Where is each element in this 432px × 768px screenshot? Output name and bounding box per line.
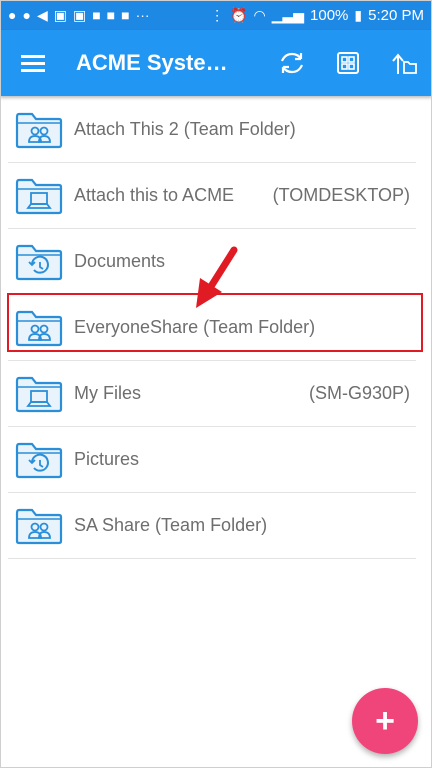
folder-row[interactable]: SA Share (Team Folder) bbox=[8, 493, 416, 559]
battery-level: 100% bbox=[310, 6, 349, 24]
system-status: ⋮ ⏰ ◠ ▁▃▅ 100% ▮ 5:20 PM bbox=[210, 7, 424, 24]
youtube-icon: ■ bbox=[121, 7, 130, 23]
upload-icon bbox=[392, 53, 417, 74]
linkedin-icon: ▣ bbox=[53, 7, 67, 23]
folder-name: Documents bbox=[74, 251, 166, 271]
youtube-icon: ■ bbox=[92, 7, 101, 23]
sync-button[interactable] bbox=[264, 30, 320, 96]
linkedin-icon: ▣ bbox=[72, 7, 87, 23]
wifi-icon: ◠ bbox=[253, 7, 266, 23]
page-title: ACME Syste… bbox=[76, 50, 228, 75]
folder-row[interactable]: Attach This 2 (Team Folder) bbox=[8, 97, 416, 163]
signal-icon: ▁▃▅ bbox=[271, 7, 305, 23]
more-notifications: ··· bbox=[135, 7, 150, 23]
folder-name: Pictures bbox=[74, 449, 140, 469]
computer-folder-icon bbox=[14, 374, 64, 414]
folder-device: (SM-G930P) bbox=[308, 383, 410, 403]
grid-view-button[interactable] bbox=[320, 30, 376, 96]
team-folder-icon bbox=[14, 110, 64, 150]
clock: 5:20 PM bbox=[368, 6, 424, 24]
computer-folder-icon bbox=[14, 176, 64, 216]
team-folder-icon bbox=[14, 506, 64, 546]
alarm-icon: ⏰ bbox=[230, 7, 248, 23]
grid-view-icon bbox=[337, 52, 359, 74]
history-folder-icon bbox=[14, 440, 64, 480]
folder-name: Attach this to ACME bbox=[74, 185, 235, 205]
folder-name: SA Share (Team Folder) bbox=[74, 515, 268, 535]
vibrate-icon: ⋮ bbox=[210, 7, 225, 23]
youtube-icon: ■ bbox=[106, 7, 116, 23]
battery-icon: ▮ bbox=[354, 7, 363, 23]
plus-icon: + bbox=[375, 701, 395, 740]
add-button[interactable]: + bbox=[352, 688, 418, 754]
status-bar: ● ● ◀ ▣ ▣ ■ ■ ■ ··· ⋮ ⏰ ◠ ▁▃▅ 100% ▮ 5:2… bbox=[0, 0, 432, 30]
upload-button[interactable] bbox=[376, 30, 432, 96]
red-arrow-icon bbox=[196, 246, 238, 308]
folder-row[interactable]: Attach this to ACME (TOMDESKTOP) bbox=[8, 163, 416, 229]
history-folder-icon bbox=[14, 242, 64, 282]
pinterest-icon: ● bbox=[22, 7, 31, 23]
app-toolbar: ACME Syste… bbox=[0, 30, 432, 96]
menu-button[interactable] bbox=[0, 30, 66, 96]
hamburger-icon bbox=[21, 55, 45, 72]
send-icon: ◀ bbox=[36, 7, 48, 23]
folder-name: My Files bbox=[74, 383, 141, 403]
sync-icon bbox=[280, 52, 304, 74]
folder-device: (TOMDESKTOP) bbox=[272, 185, 410, 205]
folder-row[interactable]: Pictures bbox=[8, 427, 416, 493]
folder-row[interactable]: My Files (SM-G930P) bbox=[8, 361, 416, 427]
pinterest-icon: ● bbox=[8, 7, 17, 23]
folder-name: Attach This 2 (Team Folder) bbox=[74, 119, 296, 139]
notification-icons: ● ● ◀ ▣ ▣ ■ ■ ■ ··· bbox=[8, 8, 150, 22]
